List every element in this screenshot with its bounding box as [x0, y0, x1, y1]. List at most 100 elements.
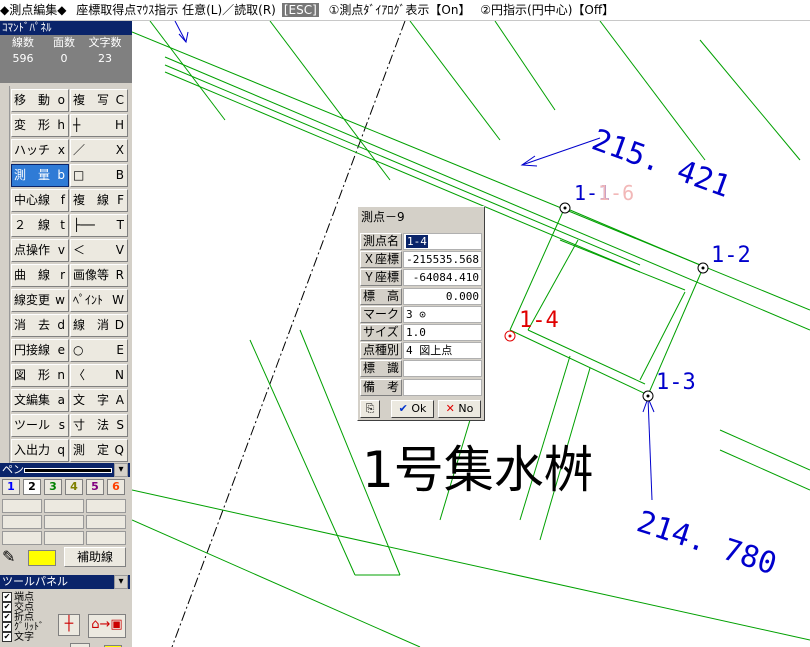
pen-dropdown-icon[interactable]: ▾: [114, 463, 128, 477]
command-button-key: f: [60, 193, 65, 207]
command-button-11[interactable]: ├── T: [70, 214, 128, 237]
option-dialog-toggle[interactable]: ①測点ﾀﾞｲｱﾛｸﾞ表示【On】: [329, 3, 471, 17]
dialog-field-value[interactable]: [403, 360, 482, 378]
pen-button-2[interactable]: 2: [23, 479, 41, 495]
command-button-key: s: [58, 418, 65, 432]
command-button-key: x: [57, 143, 65, 157]
aux-line-button[interactable]: 補助線: [64, 547, 126, 567]
command-button-label: 文編集: [14, 393, 51, 407]
command-button-18[interactable]: 消 去d: [11, 314, 69, 337]
command-button-label: ○: [73, 343, 84, 357]
tool-panel-title: ツールパネル ▾: [0, 575, 130, 589]
command-button-20[interactable]: 円接線 e: [11, 339, 69, 362]
dialog-field-value[interactable]: 1.0: [403, 324, 482, 341]
command-button-label: 測 定: [73, 443, 110, 457]
command-button-label: ／: [73, 143, 86, 157]
copy-button[interactable]: ⎘: [360, 400, 380, 418]
command-button-25[interactable]: 文 字A: [70, 389, 128, 412]
command-button-7[interactable]: □ B: [70, 164, 128, 187]
pen-button-5[interactable]: 5: [86, 479, 104, 495]
dialog-field-value[interactable]: -64084.410: [403, 269, 482, 287]
dialog-field-text: 1.0: [406, 326, 426, 339]
command-button-1[interactable]: 複 写C: [70, 89, 128, 112]
house-tool-icon[interactable]: ⌂→▣: [88, 614, 126, 638]
command-button-17[interactable]: ﾍﾟｲﾝﾄ W: [70, 289, 128, 312]
tool-dropdown-icon[interactable]: ▾: [114, 575, 128, 589]
dialog-field-value[interactable]: 3 ⊙: [403, 305, 482, 323]
option-circle-toggle[interactable]: ②円指示(円中心)【Off】: [480, 3, 614, 17]
dialog-title: 測点－9: [361, 210, 405, 224]
esc-badge[interactable]: [ESC]: [281, 3, 319, 17]
dialog-field-row: Ｘ座標 -215535.568: [360, 251, 482, 269]
command-button-key: H: [114, 118, 124, 132]
dialog-field-value[interactable]: 1-4: [403, 233, 482, 250]
command-button-15[interactable]: 画像等 R: [70, 264, 128, 287]
command-button-24[interactable]: 文編集 a: [11, 389, 69, 412]
command-button-label: 入出力: [14, 443, 51, 457]
command-button-key: V: [115, 243, 124, 257]
command-button-label: 図 形: [14, 368, 51, 382]
command-button-21[interactable]: ○ E: [70, 339, 128, 362]
dialog-field-row: 測点名 1-4: [360, 233, 482, 250]
dialog-field-label: Ｙ座標: [360, 269, 402, 287]
command-button-3[interactable]: ┼ H: [70, 114, 128, 137]
command-button-key: o: [57, 93, 65, 107]
snap-text-label: 文字: [14, 632, 34, 643]
pencil-icon[interactable]: ✎: [2, 547, 22, 567]
color-sample-button[interactable]: [28, 550, 56, 566]
command-button-key: r: [60, 268, 65, 282]
stat-value-faces: 0: [60, 52, 68, 65]
side-tab-strip[interactable]: [0, 86, 10, 476]
command-button-label: 線 消: [73, 318, 110, 332]
command-button-4[interactable]: ハッチ x: [11, 139, 69, 162]
dialog-field-value[interactable]: 0.000: [403, 287, 482, 305]
command-button-9[interactable]: 複 線F: [70, 189, 128, 212]
stat-value-chars: 23: [98, 52, 112, 65]
dialog-field-value[interactable]: [403, 378, 482, 396]
dialog-field-label: 標 識: [360, 360, 402, 378]
grid-tool-icon[interactable]: ▦: [70, 643, 90, 647]
command-button-13[interactable]: ＜ V: [70, 239, 128, 262]
command-button-29[interactable]: 測 定Q: [70, 439, 128, 462]
command-button-key: T: [116, 218, 124, 232]
tool-panel-title-text: ツールパネル: [2, 575, 68, 588]
snap-bendpoint[interactable]: ✔ 折点: [2, 612, 44, 623]
command-button-2[interactable]: 変 形h: [11, 114, 69, 137]
command-button-23[interactable]: 〈 N: [70, 364, 128, 387]
command-button-8[interactable]: 中心線 f: [11, 189, 69, 212]
no-button[interactable]: ✕ No: [438, 400, 481, 418]
command-button-label: 中心線: [14, 193, 51, 207]
snap-grid[interactable]: ✔ ｸﾞﾘｯﾄﾞ: [2, 622, 44, 633]
command-button-22[interactable]: 図 形n: [11, 364, 69, 387]
x-icon: ✕: [445, 402, 455, 415]
command-button-16[interactable]: 線変更 w: [11, 289, 69, 312]
command-button-key: E: [116, 343, 124, 357]
command-button-27[interactable]: 寸 法S: [70, 414, 128, 437]
snap-text[interactable]: ✔ 文字: [2, 632, 44, 643]
pen-button-1[interactable]: 1: [2, 479, 20, 495]
command-button-key: S: [116, 418, 124, 432]
command-button-10[interactable]: ２ 線 t: [11, 214, 69, 237]
snap-endpoint[interactable]: ✔ 端点: [2, 592, 44, 603]
command-button-key: C: [115, 93, 124, 107]
pen-button-6[interactable]: 6: [107, 479, 125, 495]
command-button-0[interactable]: 移 動o: [11, 89, 69, 112]
command-button-5[interactable]: ／ X: [70, 139, 128, 162]
command-button-26[interactable]: ツール s: [11, 414, 69, 437]
pen-button-3[interactable]: 3: [44, 479, 62, 495]
command-button-12[interactable]: 点操作 v: [11, 239, 69, 262]
point-label-1-2: 1-2: [711, 243, 751, 268]
crosshair-tool-icon[interactable]: ┼: [58, 614, 80, 636]
command-button-key: e: [57, 343, 65, 357]
command-button-label: 文 字: [73, 393, 110, 407]
dialog-field-value[interactable]: 4 図上点: [403, 342, 482, 360]
snap-intersection[interactable]: ✔ 交点: [2, 602, 44, 613]
ok-button[interactable]: ✔ Ok: [391, 400, 434, 418]
command-button-14[interactable]: 曲 線r: [11, 264, 69, 287]
command-button-28[interactable]: 入出力 q: [11, 439, 69, 462]
command-button-19[interactable]: 線 消D: [70, 314, 128, 337]
command-button-key: X: [115, 143, 124, 157]
command-button-6[interactable]: 測 量b: [11, 164, 69, 187]
pen-button-4[interactable]: 4: [65, 479, 83, 495]
dialog-field-value[interactable]: -215535.568: [403, 251, 482, 269]
